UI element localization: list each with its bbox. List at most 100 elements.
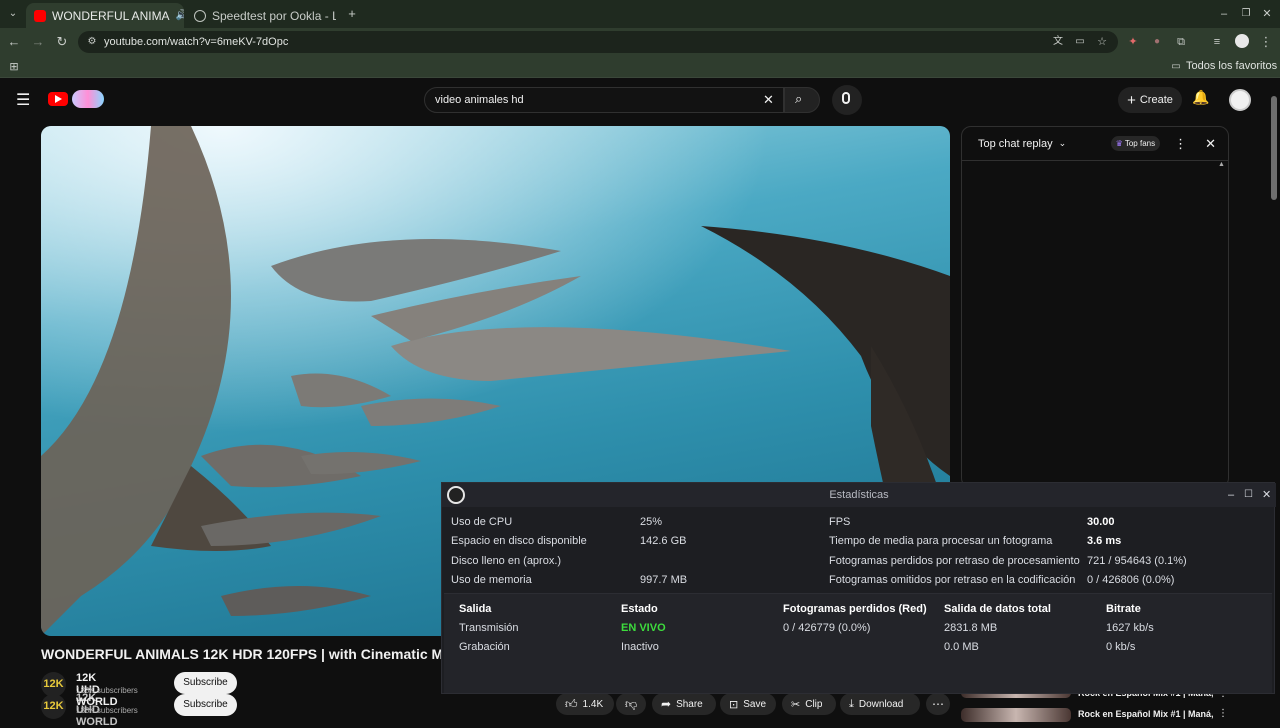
obs-stats-window: Estadísticas – ☐ ✕ Uso de CPU 25% Espaci… (441, 482, 1276, 694)
extension-icon[interactable]: ● (1149, 34, 1165, 50)
stat-label-disk: Espacio en disco disponible (451, 535, 587, 547)
url-text: youtube.com/watch?v=6meKV-7dOpc (104, 36, 289, 48)
stat-value-render-time: 3.6 ms (1087, 535, 1122, 547)
table-cell: 0 / 426779 (0.0%) (783, 622, 871, 634)
search-button[interactable]: ⌕ (784, 87, 820, 113)
chevron-down-icon[interactable]: ⌄ (1059, 138, 1067, 149)
save-button[interactable]: ⊡ Save (720, 693, 776, 715)
download-button[interactable]: ⤓ Download (840, 693, 920, 715)
dislike-button[interactable]: 👎︎ (616, 693, 646, 715)
table-header: Estado (621, 603, 658, 615)
create-button[interactable]: + Create (1118, 87, 1182, 113)
tab-youtube[interactable]: WONDERFUL ANIMA 🔊 ✕ (26, 3, 184, 28)
top-fans-badge[interactable]: ♛ Top fans (1110, 136, 1161, 151)
live-status: EN VIVO (621, 622, 666, 634)
obs-titlebar[interactable]: Estadísticas – ☐ ✕ (442, 483, 1276, 507)
extensions-puzzle-icon[interactable]: ⧉ (1173, 34, 1189, 50)
close-icon[interactable]: ✕ (1205, 136, 1216, 152)
stat-label-memory: Uso de memoria (451, 574, 532, 586)
more-horizontal-icon: ⋯ (932, 697, 944, 711)
live-chat-panel: Top chat replay ⌄ ♛ Top fans ⋮ ✕ ▲ (961, 126, 1229, 488)
voice-search-button[interactable] (832, 85, 862, 115)
minimize-icon[interactable]: – (1216, 6, 1232, 22)
recommendation-title[interactable]: Rock en Español Mix #1 | Maná, (1078, 709, 1214, 719)
create-label: Create (1139, 94, 1173, 106)
like-button[interactable]: 👍︎ 1.4K (556, 693, 614, 715)
subscribe-button[interactable]: Subscribe (174, 672, 237, 694)
chrome-menu-icon[interactable]: ⋮ (1258, 34, 1274, 50)
stat-label-disk-full: Disco lleno en (aprox.) (451, 555, 562, 567)
restore-icon[interactable]: ❐ (1238, 6, 1254, 22)
doodle-logo-icon[interactable] (72, 90, 104, 108)
youtube-favicon-icon (34, 9, 46, 22)
reload-icon[interactable]: ↻ (54, 34, 70, 50)
thumbs-down-icon: 👎︎ (625, 696, 638, 711)
table-header: Salida (459, 603, 492, 615)
audio-playing-icon[interactable]: 🔊 (176, 10, 184, 21)
stat-label-fps: FPS (829, 516, 851, 528)
table-header: Fotogramas perdidos (Red) (783, 603, 927, 615)
table-cell: 0.0 MB (944, 641, 979, 653)
download-icon: ⤓ (849, 697, 854, 710)
thumbs-up-icon: 👍︎ (565, 696, 578, 711)
close-icon[interactable]: ✕ (1262, 483, 1271, 507)
scissors-icon: ✂ (791, 698, 801, 711)
folder-icon: ▭ (1171, 61, 1181, 72)
youtube-logo-icon[interactable] (48, 92, 68, 106)
maximize-icon[interactable]: ☐ (1244, 483, 1253, 507)
stat-value-encoding-lag: 0 / 426806 (0.0%) (1087, 574, 1175, 586)
share-arrow-icon: ➦ (661, 697, 672, 711)
menu-icon[interactable]: ☰ (16, 90, 30, 110)
all-bookmarks-link[interactable]: Todos los favoritos (1186, 60, 1277, 72)
forward-icon[interactable]: → (30, 34, 46, 50)
tab-speedtest[interactable]: Speedtest por Ookla - La ✕ (186, 3, 336, 28)
clip-label: Clip (805, 698, 823, 710)
table-header: Bitrate (1106, 603, 1141, 615)
table-cell: 1627 kb/s (1106, 622, 1154, 634)
site-info-icon[interactable]: ⚙ (84, 34, 100, 50)
clip-button[interactable]: ✂ Clip (782, 693, 836, 715)
table-cell: Transmisión (459, 622, 519, 634)
bookmark-star-icon[interactable]: ☆ (1094, 34, 1110, 50)
channel-avatar[interactable]: 12K (41, 694, 66, 719)
minimize-icon[interactable]: – (1228, 483, 1234, 507)
microphone-icon (842, 92, 850, 104)
video-title: WONDERFUL ANIMALS 12K HDR 120FPS | with … (41, 646, 441, 662)
stat-value-render-lag: 721 / 954643 (0.1%) (1087, 555, 1187, 567)
subscriber-count: 183K subscribers (76, 706, 138, 715)
more-actions-button[interactable]: ⋯ (926, 693, 950, 715)
profile-avatar[interactable] (1235, 34, 1249, 48)
chat-scroll-up-icon[interactable]: ▲ (1218, 161, 1225, 168)
more-options-icon[interactable]: ⋮ (1174, 136, 1187, 152)
share-button[interactable]: ➦ Share (652, 693, 716, 715)
chat-header: Top chat replay ⌄ ♛ Top fans ⋮ ✕ (962, 127, 1228, 161)
cast-icon[interactable]: ▭ (1072, 34, 1088, 50)
search-input[interactable]: video animales hd ✕ (424, 87, 784, 113)
subscribe-button[interactable]: Subscribe (174, 694, 237, 716)
chat-mode-label[interactable]: Top chat replay (978, 138, 1053, 150)
apps-grid-icon[interactable]: ⊞ (6, 59, 22, 75)
stat-value-fps: 30.00 (1087, 516, 1115, 528)
outputs-table: Salida Estado Fotogramas perdidos (Red) … (444, 593, 1272, 693)
back-icon[interactable]: ← (6, 34, 22, 50)
save-playlist-icon: ⊡ (729, 698, 739, 711)
search-query: video animales hd (435, 94, 524, 106)
crown-icon: ♛ (1115, 139, 1123, 148)
more-options-icon[interactable]: ⋮ (1218, 708, 1228, 719)
media-controls-icon[interactable]: ≡ (1209, 34, 1225, 50)
page-scrollbar[interactable] (1271, 96, 1277, 200)
youtube-header: ☰ video animales hd ✕ ⌕ + Create 🔔 (0, 80, 1280, 120)
table-header: Salida de datos total (944, 603, 1051, 615)
table-cell: 2831.8 MB (944, 622, 998, 634)
extension-icon[interactable]: ✦ (1125, 34, 1141, 50)
translate-icon[interactable]: 文 (1050, 34, 1066, 50)
account-avatar[interactable] (1229, 89, 1251, 111)
plus-icon: + (1127, 91, 1136, 109)
clear-search-icon[interactable]: ✕ (763, 92, 774, 108)
tab-search-icon[interactable]: ⌄ (5, 6, 21, 22)
close-window-icon[interactable]: ✕ (1259, 6, 1275, 22)
stat-value-cpu: 25% (640, 516, 663, 528)
address-bar[interactable]: ⚙ youtube.com/watch?v=6meKV-7dOpc 文 ▭ ☆ (78, 31, 1118, 53)
notifications-bell-icon[interactable]: 🔔 (1192, 89, 1209, 106)
new-tab-icon[interactable]: + (344, 6, 360, 22)
